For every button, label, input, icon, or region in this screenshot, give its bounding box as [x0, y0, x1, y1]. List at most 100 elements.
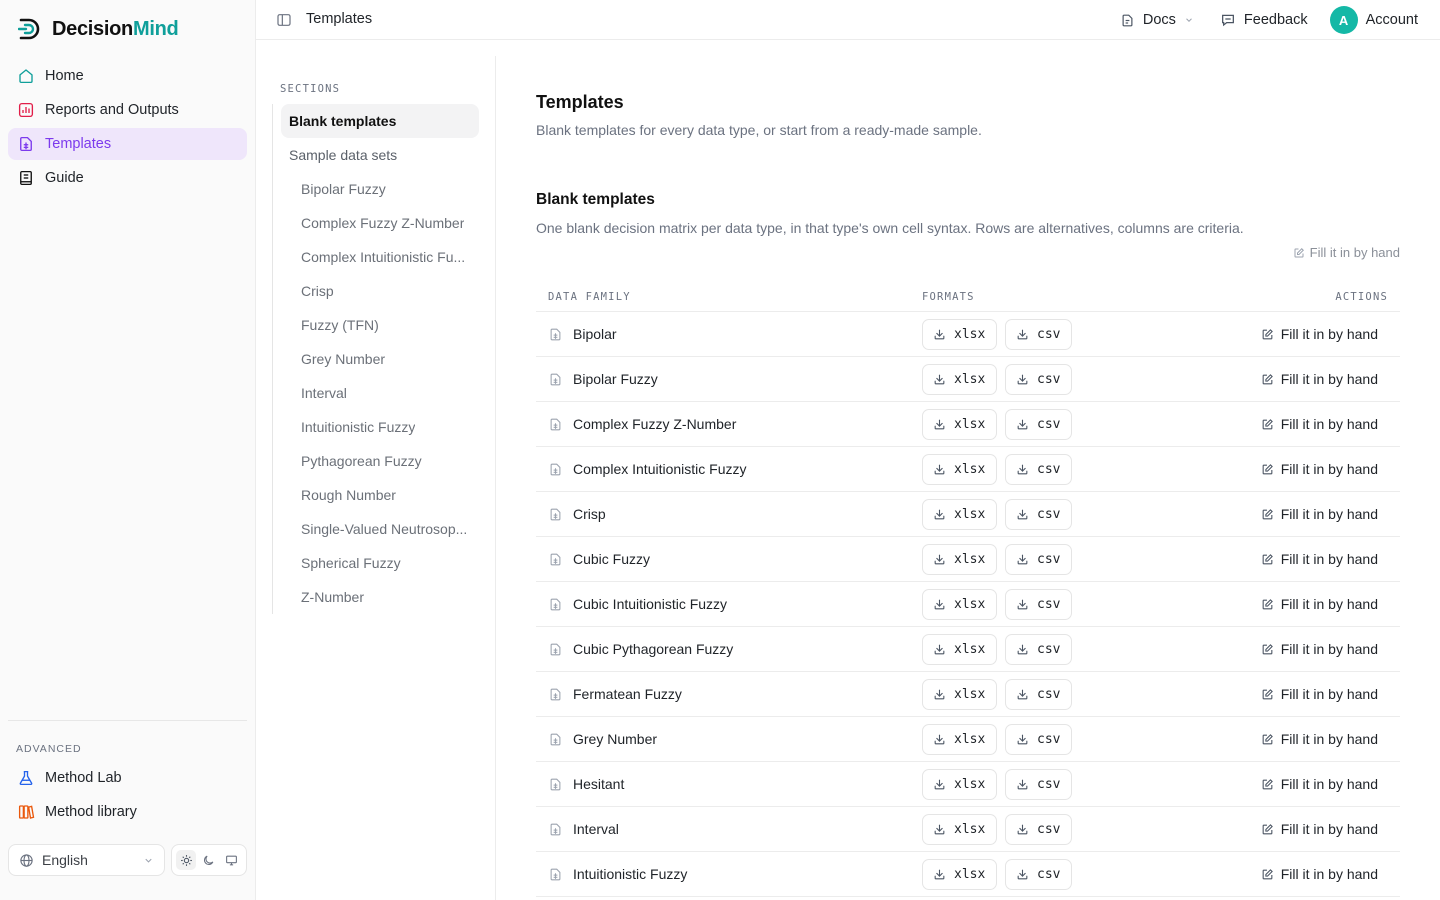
section-sample-label: Intuitionistic Fuzzy	[301, 419, 416, 435]
download-xlsx-button[interactable]: xlsx	[922, 453, 997, 485]
xlsx-label: xlsx	[954, 551, 986, 567]
download-xlsx-button[interactable]: xlsx	[922, 408, 997, 440]
edit-icon	[1262, 868, 1273, 879]
data-family-cell: Crisp	[536, 506, 922, 522]
header-actions: ACTIONS	[1335, 290, 1388, 303]
fill-by-hand-label: Fill it in by hand	[1280, 371, 1378, 387]
section-sample-item[interactable]: Interval	[273, 376, 480, 410]
fill-by-hand-button[interactable]: Fill it in by hand	[1222, 821, 1400, 837]
globe-icon	[20, 853, 33, 867]
section-sample-item[interactable]: Fuzzy (TFN)	[273, 308, 480, 342]
fill-by-hand-button[interactable]: Fill it in by hand	[1222, 596, 1400, 612]
section-sample-item[interactable]: Single-Valued Neutrosop...	[273, 512, 480, 546]
fill-by-hand-button[interactable]: Fill it in by hand	[1222, 461, 1400, 477]
edit-icon	[1262, 418, 1273, 429]
nav-item-home[interactable]: Home	[8, 60, 247, 92]
download-csv-button[interactable]: csv	[1005, 633, 1072, 665]
account-menu[interactable]: A Account	[1329, 6, 1418, 34]
brand[interactable]: DecisionMind	[18, 16, 179, 42]
fill-by-hand-hint[interactable]: Fill it in by hand	[1293, 245, 1400, 260]
fill-by-hand-label: Fill it in by hand	[1280, 641, 1378, 657]
fill-by-hand-button[interactable]: Fill it in by hand	[1222, 731, 1400, 747]
fill-by-hand-button[interactable]: Fill it in by hand	[1222, 371, 1400, 387]
xlsx-label: xlsx	[954, 686, 986, 702]
download-csv-button[interactable]: csv	[1005, 813, 1072, 845]
formats-cell: xlsx csv	[922, 318, 1222, 350]
nav-item-reports[interactable]: Reports and Outputs	[8, 94, 247, 126]
data-family-name: Intuitionistic Fuzzy	[573, 866, 688, 882]
nav-item-label: Method library	[45, 804, 137, 820]
section-sample-item[interactable]: Pythagorean Fuzzy	[273, 444, 480, 478]
fill-by-hand-button[interactable]: Fill it in by hand	[1222, 551, 1400, 567]
download-xlsx-button[interactable]: xlsx	[922, 498, 997, 530]
fill-by-hand-button[interactable]: Fill it in by hand	[1222, 641, 1400, 657]
section-sample-item[interactable]: Z-Number	[273, 580, 480, 614]
download-xlsx-button[interactable]: xlsx	[922, 363, 997, 395]
download-xlsx-button[interactable]: xlsx	[922, 633, 997, 665]
nav-item-templates[interactable]: Templates	[8, 128, 247, 160]
section-sample-item[interactable]: Crisp	[273, 274, 480, 308]
language-select[interactable]: English	[8, 844, 165, 876]
download-icon	[934, 689, 945, 699]
section-sample-item[interactable]: Rough Number	[273, 478, 480, 512]
sidebar-toggle-icon[interactable]	[276, 12, 292, 28]
nav-item-method-library[interactable]: Method library	[8, 796, 247, 828]
download-csv-button[interactable]: csv	[1005, 723, 1072, 755]
section-sample-item[interactable]: Complex Intuitionistic Fu...	[273, 240, 480, 274]
section-title: Blank templates	[536, 191, 655, 208]
download-csv-button[interactable]: csv	[1005, 678, 1072, 710]
fill-by-hand-button[interactable]: Fill it in by hand	[1222, 686, 1400, 702]
csv-label: csv	[1037, 866, 1061, 882]
nav-item-method-lab[interactable]: Method Lab	[8, 762, 247, 794]
edit-icon	[1262, 373, 1273, 384]
download-csv-button[interactable]: csv	[1005, 453, 1072, 485]
table-row: Interval xlsx csv Fill it in by hand	[536, 807, 1400, 852]
download-csv-button[interactable]: csv	[1005, 498, 1072, 530]
fill-by-hand-button[interactable]: Fill it in by hand	[1222, 776, 1400, 792]
download-xlsx-button[interactable]: xlsx	[922, 768, 997, 800]
download-csv-button[interactable]: csv	[1005, 318, 1072, 350]
download-xlsx-button[interactable]: xlsx	[922, 588, 997, 620]
download-xlsx-button[interactable]: xlsx	[922, 678, 997, 710]
fill-by-hand-label: Fill it in by hand	[1280, 776, 1378, 792]
section-sample-item[interactable]: Intuitionistic Fuzzy	[273, 410, 480, 444]
docs-icon	[1122, 14, 1133, 26]
section-sample-item[interactable]: Spherical Fuzzy	[273, 546, 480, 580]
dark-theme-button[interactable]	[199, 850, 219, 870]
download-xlsx-button[interactable]: xlsx	[922, 813, 997, 845]
chart-icon	[18, 102, 34, 118]
feedback-button[interactable]: Feedback	[1220, 12, 1308, 28]
download-xlsx-button[interactable]: xlsx	[922, 723, 997, 755]
fill-by-hand-button[interactable]: Fill it in by hand	[1222, 506, 1400, 522]
nav-item-guide[interactable]: Guide	[8, 162, 247, 194]
section-sample-item[interactable]: Grey Number	[273, 342, 480, 376]
section-blank-templates[interactable]: Blank templates	[281, 104, 479, 138]
csv-label: csv	[1037, 371, 1061, 387]
download-xlsx-button[interactable]: xlsx	[922, 858, 997, 890]
system-theme-button[interactable]	[222, 850, 242, 870]
section-sample-item[interactable]: Complex Fuzzy Z-Number	[273, 206, 480, 240]
data-family-cell: Cubic Pythagorean Fuzzy	[536, 641, 922, 657]
fill-by-hand-button[interactable]: Fill it in by hand	[1222, 326, 1400, 342]
file-icon	[550, 823, 561, 835]
section-sample-data-sets[interactable]: Sample data sets	[273, 138, 480, 172]
download-csv-button[interactable]: csv	[1005, 858, 1072, 890]
fill-by-hand-label: Fill it in by hand	[1280, 326, 1378, 342]
fill-by-hand-button[interactable]: Fill it in by hand	[1222, 866, 1400, 882]
download-csv-button[interactable]: csv	[1005, 768, 1072, 800]
download-icon	[1017, 554, 1028, 564]
fill-by-hand-button[interactable]: Fill it in by hand	[1222, 416, 1400, 432]
download-csv-button[interactable]: csv	[1005, 363, 1072, 395]
formats-cell: xlsx csv	[922, 408, 1222, 440]
section-sample-item[interactable]: Bipolar Fuzzy	[273, 172, 480, 206]
download-csv-button[interactable]: csv	[1005, 543, 1072, 575]
light-theme-button[interactable]	[176, 850, 197, 870]
docs-menu[interactable]: Docs	[1120, 12, 1194, 28]
section-sample-label: Complex Fuzzy Z-Number	[301, 215, 465, 231]
download-icon	[1017, 464, 1028, 474]
download-xlsx-button[interactable]: xlsx	[922, 318, 997, 350]
download-csv-button[interactable]: csv	[1005, 408, 1072, 440]
download-xlsx-button[interactable]: xlsx	[922, 543, 997, 575]
download-csv-button[interactable]: csv	[1005, 588, 1072, 620]
formats-cell: xlsx csv	[922, 678, 1222, 710]
